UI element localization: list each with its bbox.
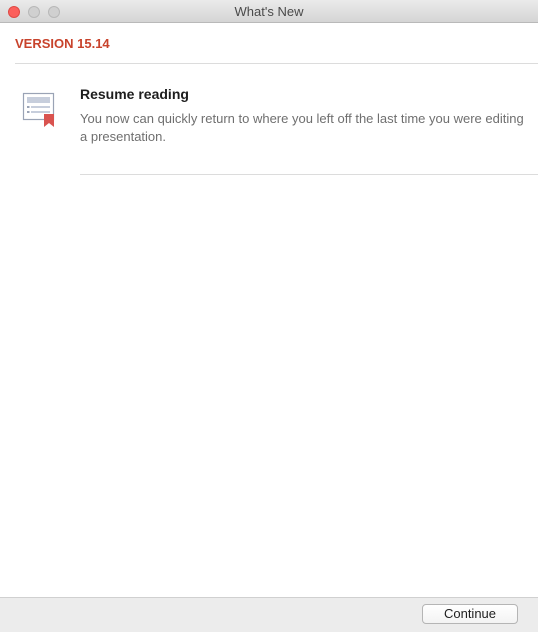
resume-reading-icon: [22, 92, 55, 127]
continue-button[interactable]: Continue: [422, 604, 518, 624]
feature-divider: [80, 174, 538, 175]
title-bar[interactable]: What's New: [0, 0, 538, 23]
window-title: What's New: [234, 4, 304, 19]
whats-new-window: What's New VERSION 15.14 Resume reading …: [0, 0, 538, 632]
divider: [15, 63, 538, 64]
feature-title: Resume reading: [80, 86, 189, 102]
footer-bar: Continue: [0, 597, 538, 632]
version-heading: VERSION 15.14: [15, 36, 110, 51]
feature-description: You now can quickly return to where you …: [80, 111, 524, 144]
